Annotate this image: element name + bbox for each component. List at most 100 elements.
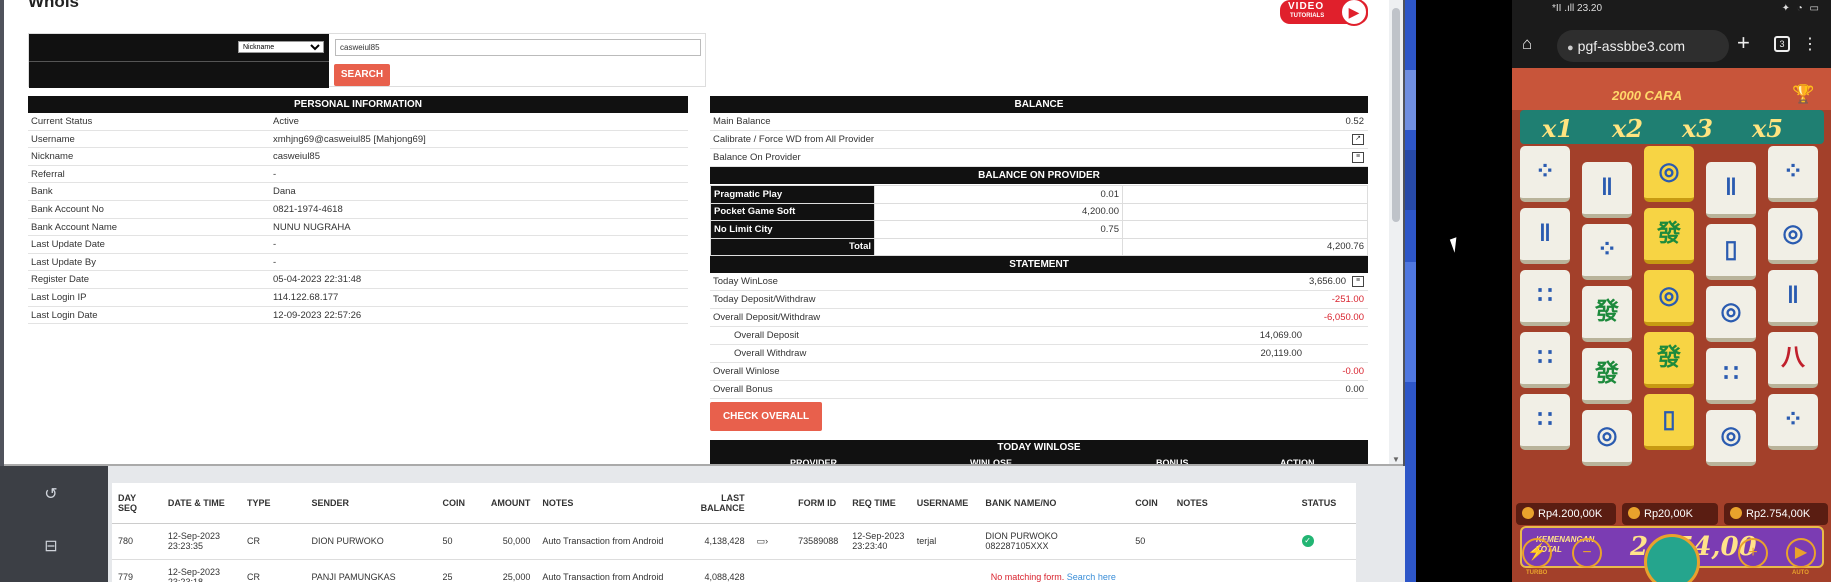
cell-coin: 25 — [436, 559, 479, 582]
personal-info-label: Last Update By — [31, 256, 96, 268]
cell-notes: Auto Transaction from Android — [536, 523, 682, 560]
search-here-link[interactable]: Search here — [1067, 572, 1116, 582]
mahjong-tile-icon: ◎ — [1582, 410, 1632, 466]
mahjong-tile-icon: ◎ — [1706, 410, 1756, 466]
personal-info-label: Referral — [31, 168, 65, 180]
cell-coin: 50 — [436, 523, 479, 560]
provider-value: 0.01 — [874, 185, 1123, 204]
col-notes-2: NOTES — [1170, 483, 1296, 524]
provider-balance-table: Pragmatic Play 0.01 Pocket Game Soft 4,2… — [710, 185, 1368, 256]
calibrate-label: Calibrate / Force WD from All Provider — [713, 134, 875, 145]
overall-deposit-value: 14,069.00 — [1259, 330, 1302, 341]
bop-header: BALANCE ON PROVIDER — [710, 167, 1368, 184]
trophy-small-icon — [1730, 507, 1742, 519]
cell-notes-2 — [1170, 523, 1296, 560]
monitor-arrow-icon[interactable]: ▭› — [757, 536, 769, 546]
modal-scrollbar[interactable]: ▼ — [1389, 0, 1403, 464]
personal-info-row: Current Status Active — [28, 113, 688, 131]
personal-info-label: Username — [31, 133, 75, 145]
url-bar[interactable]: ● pgf-assbbe3.com — [1557, 30, 1729, 62]
provider-total-empty — [874, 237, 1123, 256]
provider-row: Pocket Game Soft 4,200.00 — [710, 202, 1368, 221]
search-field-select[interactable]: Nickname — [238, 41, 324, 53]
col-status: STATUS — [1295, 483, 1356, 524]
personal-info-label: Register Date — [31, 274, 90, 286]
game-ways-text: 2000 CARA — [1612, 88, 1683, 103]
new-tab-icon[interactable]: + — [1737, 30, 1750, 56]
spin-button[interactable] — [1644, 534, 1700, 582]
no-match-text: No matching form. — [990, 572, 1065, 582]
personal-info-row: Last Update Date - — [28, 236, 688, 254]
mahjong-tile-icon: 發 — [1644, 332, 1694, 388]
overall-withdraw-value: 20,119.00 — [1260, 348, 1302, 359]
minus-icon[interactable]: − — [1572, 538, 1602, 568]
personal-info-label: Current Status — [31, 116, 93, 127]
cell-req-time: 12-Sep-2023 23:23:40 — [846, 523, 911, 560]
cell-no-match: No matching form. Search here — [750, 559, 1356, 582]
statement-header: STATEMENT — [710, 256, 1368, 273]
provider-extra — [1122, 220, 1368, 239]
col-form-id: FORM ID — [792, 483, 847, 524]
history-icon[interactable]: ↺ — [40, 484, 62, 506]
overall-winlose-value: -0.00 — [1342, 366, 1364, 377]
personal-info-row: Username xmhjng69@casweiul85 [Mahjong69] — [28, 131, 688, 149]
personal-info-value: - — [273, 239, 277, 251]
overall-dw-row: Overall Deposit/Withdraw -6,050.00 — [710, 309, 1368, 327]
personal-info-row: Last Update By - — [28, 254, 688, 272]
tab-count-button[interactable]: 3 — [1774, 36, 1790, 52]
balance-header: BALANCE — [710, 96, 1368, 113]
search-form: Nickname SEARCH — [28, 33, 706, 88]
personal-info-value: 12-09-2023 22:57:26 — [273, 309, 362, 321]
turbo-icon[interactable]: ⚡ — [1522, 538, 1552, 568]
mahjong-tile-icon: ‖ — [1706, 162, 1756, 218]
video-tutorials-logo[interactable]: VIDEO TUTORIALS ▶ — [1280, 0, 1368, 26]
home-icon[interactable]: ⌂ — [1522, 34, 1532, 54]
share-icon[interactable]: ↗ — [1352, 134, 1364, 145]
more-menu-icon[interactable]: ⋮ — [1802, 34, 1818, 54]
list-icon[interactable]: ≡ — [1352, 152, 1364, 163]
provider-name: Pragmatic Play — [710, 185, 875, 204]
check-overall-button[interactable]: CHECK OVERALL — [710, 402, 822, 431]
mahjong-tile-icon: 發 — [1582, 348, 1632, 404]
personal-info-value: - — [273, 168, 277, 180]
cell-notes: Auto Transaction from Android — [536, 559, 682, 582]
book-icon[interactable]: ⊟ — [40, 536, 62, 558]
url-text: pgf-assbbe3.com — [1577, 38, 1686, 54]
multiplier-3: x3 — [1682, 114, 1714, 143]
provider-total-label: Total — [710, 237, 875, 256]
cell-type: CR — [240, 523, 306, 560]
scroll-down-icon[interactable]: ▼ — [1392, 455, 1400, 464]
col-notes: NOTES — [536, 483, 682, 524]
cell-last-balance: 4,088,428 — [681, 559, 751, 582]
slot-reels: ⁘ ‖ ◎ ‖ ⁘ ‖ ⁘ 發 ▯ ◎ ∷ 發 ◎ ◎ ‖ ∷ 發發 ∷ 八 ∷ ◎ ▯ ◎ ⁘ — [1520, 146, 1824, 526]
plus-icon[interactable]: + — [1738, 538, 1768, 568]
mahjong-tile-icon: 八 — [1768, 332, 1818, 388]
cell-action[interactable]: ▭› — [750, 523, 793, 560]
main-balance-value: 0.52 — [1345, 116, 1365, 127]
multiplier-5: x5 — [1752, 114, 1784, 143]
search-button[interactable]: SEARCH — [334, 64, 390, 86]
personal-info-value: Active — [273, 116, 299, 127]
personal-info-value: 05-04-2023 22:31:48 — [273, 274, 362, 286]
search-input[interactable] — [335, 39, 701, 56]
table-row: 779 12-Sep-2023 23:23:18 CR PANJI PAMUNG… — [112, 559, 1356, 582]
multiplier-1: x1 — [1542, 114, 1574, 143]
admin-panel: ↺ ⊟ DAY SEQ DATE & TIME TYPE SENDER COIN… — [0, 0, 1416, 582]
auto-play-icon[interactable]: ▶ — [1786, 538, 1816, 568]
game-stats: Rp4.200,00K Rp20,00K Rp2.754,00K — [1512, 503, 1831, 525]
list-icon[interactable]: ≡ — [1352, 276, 1364, 287]
personal-info-label: Bank Account Name — [31, 221, 118, 233]
provider-row: No Limit City 0.75 — [710, 220, 1368, 239]
balance-on-provider-row: Balance On Provider ≡ — [710, 149, 1368, 167]
trophy-icon[interactable]: 🏆 — [1792, 84, 1814, 105]
overall-winlose-label: Overall Winlose — [713, 366, 780, 377]
personal-info-row: Referral - — [28, 166, 688, 184]
win-pill: Rp2.754,00K — [1724, 503, 1828, 525]
overall-withdraw-label: Overall Withdraw — [734, 348, 807, 359]
multiplier-bar: x1 x2 x3 x5 — [1520, 110, 1824, 144]
col-action — [750, 483, 793, 524]
scrollbar-thumb[interactable] — [1392, 8, 1400, 222]
personal-info-label: Bank Account No — [31, 204, 104, 215]
win-text: Rp2.754,00K — [1746, 508, 1811, 520]
overall-bonus-label: Overall Bonus — [713, 384, 773, 395]
